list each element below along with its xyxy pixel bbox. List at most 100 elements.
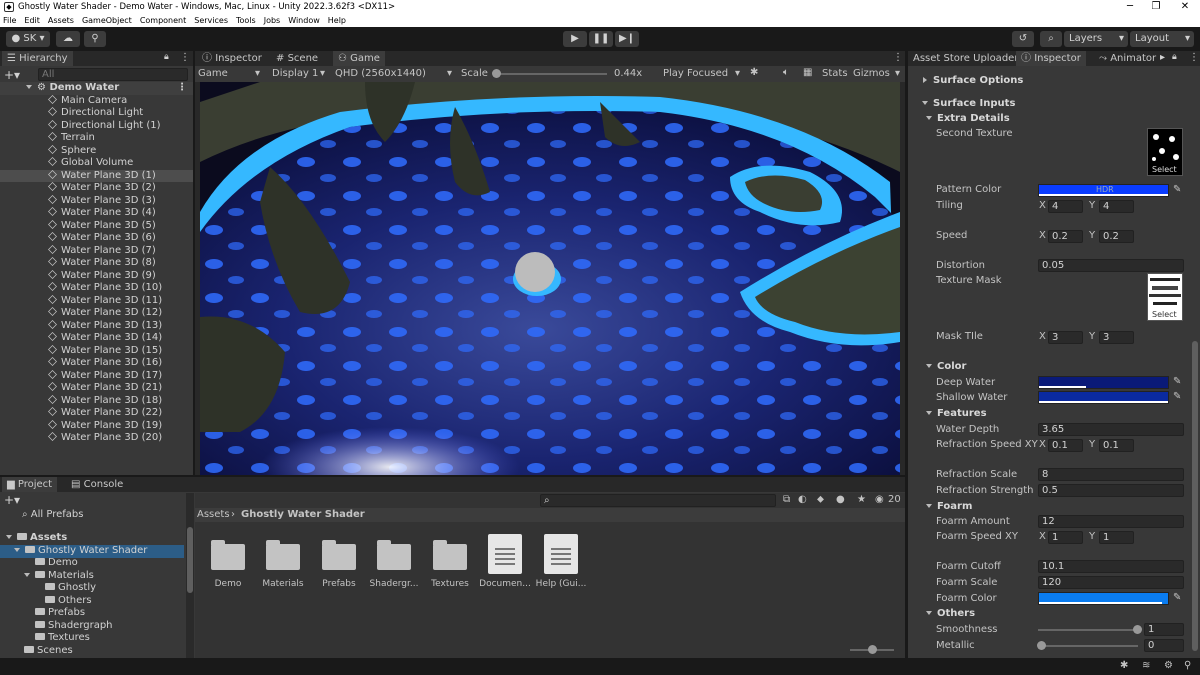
select-texture-button[interactable]: Select: [1152, 165, 1177, 174]
foarm-x-field[interactable]: 1: [1048, 531, 1083, 544]
asset-item[interactable]: Shadergr...: [366, 534, 422, 594]
tab-inspector-right[interactable]: ⓘ Inspector: [1016, 51, 1086, 66]
section-foarm[interactable]: Foarm: [926, 501, 972, 512]
hierarchy-item[interactable]: Water Plane 3D (7): [0, 245, 193, 258]
hierarchy-item[interactable]: Water Plane 3D (6): [0, 232, 193, 245]
menu-services[interactable]: Services: [194, 14, 228, 27]
hierarchy-item[interactable]: Water Plane 3D (10): [0, 282, 193, 295]
hierarchy-item[interactable]: Water Plane 3D (14): [0, 332, 193, 345]
texture-mask-slot[interactable]: Select: [1147, 273, 1183, 321]
eyedropper-icon[interactable]: ✎: [1173, 391, 1181, 402]
foarm-cutoff-field[interactable]: 10.1: [1038, 560, 1184, 573]
lock-icon[interactable]: 🔒︎: [1172, 52, 1177, 62]
close-icon[interactable]: ✕: [1175, 0, 1195, 14]
lock-icon[interactable]: 🔒︎: [164, 52, 169, 62]
menu-file[interactable]: File: [3, 14, 16, 27]
speed-y-field[interactable]: 0.2: [1099, 230, 1134, 243]
visibility-icon[interactable]: ◉: [875, 494, 884, 505]
favorites-all-prefabs[interactable]: ⌕ All Prefabs: [22, 509, 83, 522]
distortion-field[interactable]: 0.05: [1038, 259, 1184, 272]
warning-icon[interactable]: ●: [836, 494, 845, 505]
water-depth-field[interactable]: 3.65: [1038, 423, 1184, 436]
scale-slider[interactable]: [493, 73, 607, 75]
play-button[interactable]: ▶: [563, 31, 587, 47]
filter-label-icon[interactable]: ◐: [798, 494, 807, 505]
refraction-y-field[interactable]: 0.1: [1099, 439, 1134, 452]
speed-x-field[interactable]: 0.2: [1048, 230, 1083, 243]
section-extra-details[interactable]: Extra Details: [926, 113, 1010, 124]
layers-dropdown[interactable]: Layers ▾: [1064, 31, 1128, 47]
history-icon[interactable]: ↺: [1012, 31, 1034, 47]
menu-edit[interactable]: Edit: [24, 14, 40, 27]
add-button[interactable]: +▾: [4, 68, 20, 82]
hierarchy-item[interactable]: Water Plane 3D (4): [0, 207, 193, 220]
search-icon[interactable]: ⌕: [1040, 31, 1062, 47]
smoothness-field[interactable]: 1: [1144, 623, 1184, 636]
tree-demo[interactable]: Demo: [35, 557, 78, 570]
collab-icon[interactable]: ⚲: [84, 31, 106, 47]
zoom-slider-handle[interactable]: [868, 645, 877, 654]
hierarchy-item[interactable]: Water Plane 3D (22): [0, 407, 193, 420]
more-icon[interactable]: ⋮: [1189, 52, 1199, 63]
tree-shadergraph[interactable]: Shadergraph: [35, 620, 113, 633]
tree-materials[interactable]: Materials: [24, 570, 94, 583]
hierarchy-item[interactable]: Terrain: [0, 132, 193, 145]
hierarchy-item[interactable]: Water Plane 3D (16): [0, 357, 193, 370]
bug-icon[interactable]: ✱: [1120, 660, 1128, 671]
asset-item[interactable]: Textures: [422, 534, 478, 594]
tree-scenes[interactable]: Scenes: [24, 645, 73, 658]
tree-prefabs[interactable]: Prefabs: [35, 607, 85, 620]
hierarchy-item[interactable]: Water Plane 3D (21): [0, 382, 193, 395]
section-others[interactable]: Others: [926, 608, 975, 619]
eyedropper-icon[interactable]: ✎: [1173, 376, 1181, 387]
hierarchy-item[interactable]: Water Plane 3D (9): [0, 270, 193, 283]
asset-item[interactable]: Help (Gui...: [533, 534, 589, 594]
metallic-slider-handle[interactable]: [1037, 641, 1046, 650]
eyedropper-icon[interactable]: ✎: [1173, 184, 1181, 195]
more-icon[interactable]: ⋮: [893, 52, 903, 63]
stats-toggle[interactable]: Stats: [822, 68, 848, 79]
filter-type-icon[interactable]: ⧉: [783, 494, 790, 505]
resolution-dropdown[interactable]: QHD (2560x1440): [335, 68, 426, 79]
tree-textures[interactable]: Textures: [35, 632, 90, 645]
more-icon[interactable]: ⋮: [177, 82, 187, 95]
foarm-y-field[interactable]: 1: [1099, 531, 1134, 544]
chevron-right-icon[interactable]: ▸: [1160, 52, 1165, 63]
hierarchy-item[interactable]: Water Plane 3D (18): [0, 395, 193, 408]
hierarchy-item[interactable]: Sphere: [0, 145, 193, 158]
layout-dropdown[interactable]: Layout ▾: [1130, 31, 1194, 47]
menu-tools[interactable]: Tools: [236, 14, 256, 27]
favorite-icon[interactable]: ★: [857, 494, 866, 505]
layers-status-icon[interactable]: ≋: [1142, 660, 1150, 671]
tab-game[interactable]: ⚇ Game: [333, 51, 385, 66]
asset-item[interactable]: Documen...: [477, 534, 533, 594]
hierarchy-item[interactable]: Global Volume: [0, 157, 193, 170]
section-features[interactable]: Features: [926, 408, 987, 419]
metallic-field[interactable]: 0: [1144, 639, 1184, 652]
tiling-y-field[interactable]: 4: [1099, 200, 1134, 213]
breadcrumb-current[interactable]: Ghostly Water Shader: [241, 509, 365, 520]
tree-scrollbar[interactable]: [186, 493, 194, 658]
refraction-strength-field[interactable]: 0.5: [1038, 484, 1184, 497]
mode-icon[interactable]: ⚙: [1164, 660, 1173, 671]
foarm-color-swatch[interactable]: [1038, 592, 1169, 605]
pattern-color-swatch[interactable]: HDR: [1038, 184, 1169, 197]
menu-help[interactable]: Help: [328, 14, 346, 27]
tab-hierarchy[interactable]: ☰ Hierarchy: [2, 51, 73, 66]
mask-y-field[interactable]: 3: [1099, 331, 1134, 344]
hierarchy-item[interactable]: Water Plane 3D (8): [0, 257, 193, 270]
tab-scene[interactable]: # Scene: [271, 51, 323, 66]
hierarchy-item[interactable]: Directional Light: [0, 107, 193, 120]
foarm-scale-field[interactable]: 120: [1038, 576, 1184, 589]
asset-item[interactable]: Materials: [255, 534, 311, 594]
hierarchy-item[interactable]: Water Plane 3D (17): [0, 370, 193, 383]
more-icon[interactable]: ⋮: [180, 52, 190, 63]
tab-inspector[interactable]: ⓘ Inspector: [197, 51, 267, 66]
scale-slider-handle[interactable]: [492, 69, 501, 78]
hierarchy-item[interactable]: Directional Light (1): [0, 120, 193, 133]
section-surface-inputs[interactable]: Surface Inputs: [922, 98, 1015, 109]
refraction-scale-field[interactable]: 8: [1038, 468, 1184, 481]
eyedropper-icon[interactable]: ✎: [1173, 592, 1181, 603]
section-surface-options[interactable]: Surface Options: [922, 75, 1023, 86]
menu-gameobject[interactable]: GameObject: [82, 14, 132, 27]
